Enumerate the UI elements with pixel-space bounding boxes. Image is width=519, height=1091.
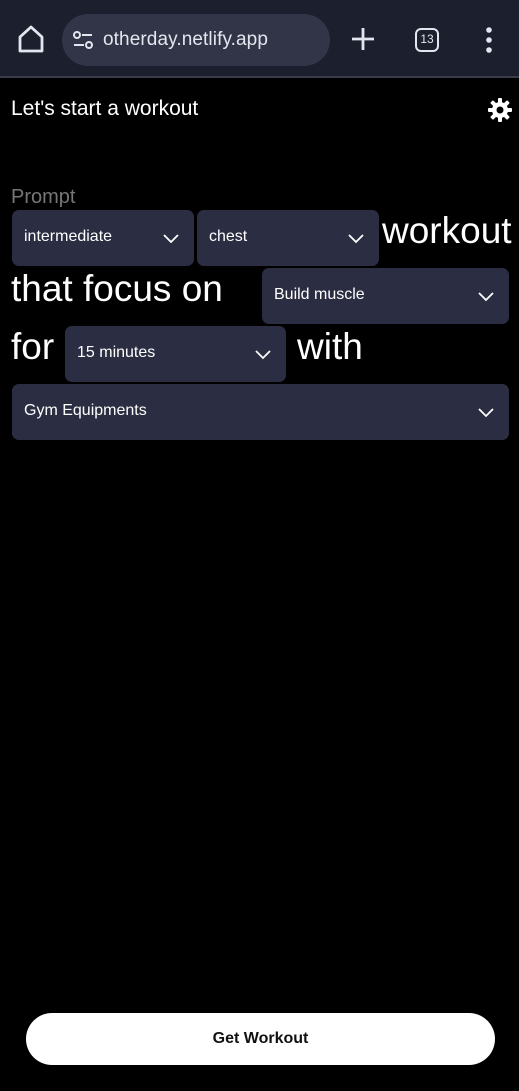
- level-select[interactable]: intermediate: [12, 210, 194, 266]
- tabs-icon[interactable]: 13: [415, 28, 439, 52]
- get-workout-button[interactable]: Get Workout: [26, 1013, 495, 1065]
- url-text: otherday.netlify.app: [103, 29, 269, 50]
- muscle-select-value: chest: [209, 228, 248, 245]
- chevron-down-icon: [478, 292, 494, 302]
- more-vert-icon[interactable]: [478, 24, 500, 56]
- prompt-label: Prompt: [11, 186, 76, 208]
- chevron-down-icon: [478, 408, 494, 418]
- tab-count: 13: [420, 32, 434, 46]
- gear-icon[interactable]: [486, 96, 514, 124]
- browser-toolbar: otherday.netlify.app 13: [0, 0, 519, 78]
- site-settings-icon[interactable]: [72, 30, 94, 50]
- muscle-select[interactable]: chest: [197, 210, 379, 266]
- level-select-value: intermediate: [24, 228, 113, 245]
- prompt-text-with: with: [297, 326, 363, 367]
- address-bar[interactable]: otherday.netlify.app: [62, 14, 330, 66]
- chevron-down-icon: [163, 234, 179, 244]
- prompt-text-for: for: [11, 326, 55, 367]
- duration-select-value: 15 minutes: [77, 344, 156, 361]
- chevron-down-icon: [348, 234, 364, 244]
- page-title: Let's start a workout: [11, 97, 199, 120]
- prompt-text-workout: workout: [382, 210, 512, 251]
- duration-select[interactable]: 15 minutes: [65, 326, 286, 382]
- equipment-select[interactable]: Gym Equipments: [12, 384, 509, 440]
- goal-select-value: Build muscle: [274, 286, 365, 303]
- prompt-text-focus: that focus on: [11, 268, 223, 309]
- goal-select[interactable]: Build muscle: [262, 268, 509, 324]
- chevron-down-icon: [255, 350, 271, 360]
- home-icon[interactable]: [14, 22, 48, 56]
- equipment-select-value: Gym Equipments: [24, 402, 147, 419]
- page-content: Let's start a workout Prompt intermediat…: [0, 80, 519, 1091]
- plus-icon[interactable]: [348, 24, 378, 54]
